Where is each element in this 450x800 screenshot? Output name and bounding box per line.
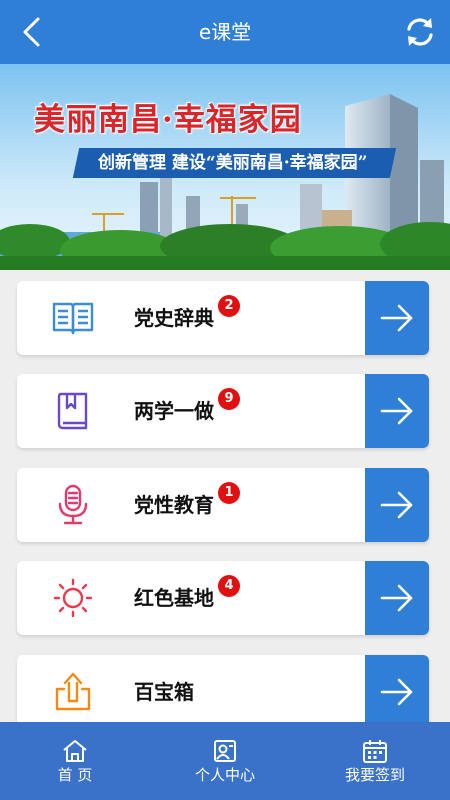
arrow-right-icon [380, 397, 413, 425]
refresh-icon[interactable] [402, 14, 438, 50]
menu-item-label: 百宝箱 [134, 680, 194, 704]
go-button[interactable] [365, 281, 429, 355]
go-button[interactable] [365, 561, 429, 635]
calendar-icon [363, 740, 387, 763]
share-upload-icon [55, 672, 91, 711]
menu-item-treasure-box[interactable]: 百宝箱 [17, 655, 429, 729]
count-badge: 1 [218, 482, 240, 504]
go-button[interactable] [365, 374, 429, 448]
arrow-right-icon [380, 678, 413, 706]
top-bar: e课堂 [0, 0, 450, 64]
menu-item-label: 两学一做 [134, 399, 214, 423]
arrow-right-icon [380, 491, 413, 519]
menu-item-label: 党性教育 [134, 493, 214, 517]
tab-check-in[interactable]: 我要签到 [300, 722, 450, 800]
home-icon [63, 740, 87, 762]
menu-item-party-spirit-education[interactable]: 党性教育 1 [17, 468, 429, 542]
tab-label: 个人中心 [194, 766, 255, 784]
arrow-right-icon [380, 304, 413, 332]
profile-card-icon [214, 740, 236, 762]
tab-profile[interactable]: 个人中心 [150, 722, 300, 800]
bottom-nav: 首 页 个人中心 我要签到 [0, 722, 450, 800]
arrow-right-icon [380, 584, 413, 612]
bookmark-book-icon [57, 392, 88, 430]
banner-subtitle: 创新管理 建设“美丽南昌·幸福家园” [72, 148, 397, 178]
count-badge: 4 [218, 575, 240, 597]
tab-home[interactable]: 首 页 [0, 722, 150, 800]
open-book-icon [52, 302, 94, 335]
banner-title: 美丽南昌·幸福家园 [34, 102, 302, 138]
tab-label: 我要签到 [344, 766, 405, 784]
microphone-icon [58, 484, 88, 525]
count-badge: 2 [218, 295, 240, 317]
go-button[interactable] [365, 468, 429, 542]
menu-item-two-studies-one-action[interactable]: 两学一做 9 [17, 374, 429, 448]
count-badge: 9 [218, 388, 240, 410]
sun-icon [53, 578, 93, 618]
menu-item-label: 红色基地 [134, 586, 214, 610]
menu-item-red-base[interactable]: 红色基地 4 [17, 561, 429, 635]
go-button[interactable] [365, 655, 429, 729]
banner-carousel[interactable]: 美丽南昌·幸福家园 创新管理 建设“美丽南昌·幸福家园” [0, 64, 450, 270]
page-title: e课堂 [198, 20, 252, 44]
tab-label: 首 页 [57, 766, 93, 784]
menu-item-label: 党史辞典 [134, 306, 214, 330]
menu-item-party-history-dictionary[interactable]: 党史辞典 2 [17, 281, 429, 355]
